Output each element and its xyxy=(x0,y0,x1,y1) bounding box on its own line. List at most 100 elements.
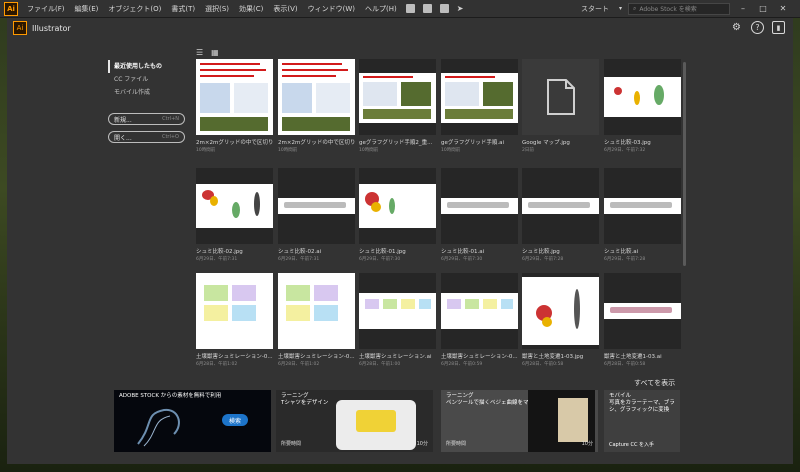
gear-icon[interactable]: ⚙ xyxy=(730,21,743,34)
file-date: 6月29日、午前7:30 xyxy=(359,257,401,262)
mobile-title: モバイル 写真をカラーテーマ、ブラシ、グラフィックに変換 xyxy=(609,393,675,413)
menu-type[interactable]: 書式(T) xyxy=(166,4,200,14)
capture-link[interactable]: Capture CC を入手 xyxy=(609,441,654,448)
file-name: シュミ比較-02.jpg xyxy=(196,249,243,255)
file-date: 6月28日、午前1:02 xyxy=(278,362,320,367)
time-label: 所要時間 xyxy=(446,441,467,447)
workspace-switcher[interactable]: スタート xyxy=(577,4,613,14)
tutorial-card-pen[interactable]: ラーニング ペンツールで描くベジェ曲線をマスターする 所要時間 10分 xyxy=(441,390,598,452)
file-tile[interactable]: Google マップ.jpg 2日前 xyxy=(522,59,599,153)
mobile-card[interactable]: モバイル 写真をカラーテーマ、ブラシ、グラフィックに変換 Capture CC … xyxy=(604,390,680,452)
file-tile[interactable]: 土壌獣害シュミレーション.ai 6月28日、午前1:00 xyxy=(359,273,436,367)
file-tile[interactable]: 2m×2mグリッドの中で区切りテキストを… 10時間前 xyxy=(278,59,355,153)
file-tile[interactable]: シュミ比較-01.ai 6月29日、午前7:30 xyxy=(441,168,518,262)
app-header: Ai Illustrator ⚙ ? ▮ xyxy=(7,18,793,38)
file-name: 2m×2mグリッドの中で区切りテキストを… xyxy=(196,140,273,146)
file-thumbnail xyxy=(196,59,273,135)
stock-search-input[interactable]: ⌕ Adobe Stock を検索 xyxy=(628,2,730,15)
stock-card[interactable]: ADOBE STOCK からの素材を無料で利用 検索 xyxy=(114,390,271,452)
chevron-down-icon[interactable]: ▾ xyxy=(619,5,622,12)
help-icon[interactable]: ? xyxy=(751,21,764,34)
file-tile[interactable]: シュミ比較-02.ai 6月29日、午前7:31 xyxy=(278,168,355,262)
file-thumbnail xyxy=(522,273,599,349)
file-name: 土壌獣害シュミレーション-0... xyxy=(196,354,273,360)
file-name: シュミ比較.ai xyxy=(604,249,639,255)
new-shortcut: Ctrl+N xyxy=(162,116,179,122)
illustrator-logo: Ai xyxy=(13,21,27,35)
profile-icon[interactable]: ▮ xyxy=(772,21,785,34)
file-date: 6月29日、午前7:31 xyxy=(278,257,320,262)
file-date: 6月28日、午前0:58 xyxy=(522,362,564,367)
minimize-icon[interactable]: – xyxy=(736,4,750,13)
menu-object[interactable]: オブジェクト(O) xyxy=(103,4,166,14)
file-date: 6月28日、午前0:58 xyxy=(604,362,646,367)
list-view-icon[interactable]: ☰ xyxy=(196,48,203,57)
grid-view-icon[interactable]: ▦ xyxy=(211,48,219,57)
radio-graphic xyxy=(356,410,396,432)
arrange-icon[interactable] xyxy=(439,4,449,13)
file-name: 2m×2mグリッドの中で区切りテキストを… xyxy=(278,140,355,146)
sidebar-item-mobile[interactable]: モバイル作成 xyxy=(108,86,198,99)
sidebar-item-recent[interactable]: 最近使用したもの xyxy=(108,60,198,73)
smoke-image xyxy=(137,408,180,447)
file-tile[interactable]: geグラフグリッド手順2_重... 10時間前 xyxy=(359,59,436,153)
file-tile[interactable]: 獣害と土地変遷1-03.ai 6月28日、午前0:58 xyxy=(604,273,681,367)
show-all-link[interactable]: すべてを表示 xyxy=(634,378,675,388)
open-button[interactable]: 開く... Ctrl+O xyxy=(108,131,185,143)
menu-edit[interactable]: 編集(E) xyxy=(70,4,104,14)
file-name: シュミ比較-01.ai xyxy=(441,249,485,255)
stock-search-button[interactable]: 検索 xyxy=(222,414,248,426)
file-tile[interactable]: geグラフグリッド手順.ai 10時間前 xyxy=(441,59,518,153)
duration: 10分 xyxy=(581,441,593,447)
menu-effect[interactable]: 効果(C) xyxy=(234,4,268,14)
file-thumbnail xyxy=(359,273,436,349)
file-thumbnail xyxy=(522,168,599,244)
menu-help[interactable]: ヘルプ(H) xyxy=(360,4,402,14)
new-button-label: 新規... xyxy=(114,116,132,124)
new-button[interactable]: 新規... Ctrl+N xyxy=(108,113,185,125)
close-icon[interactable]: ✕ xyxy=(776,4,790,13)
file-thumbnail xyxy=(359,59,436,135)
file-tile[interactable]: 土壌獣害シュミレーション-0... 6月28日、午前1:02 xyxy=(196,273,273,367)
file-name: Google マップ.jpg xyxy=(522,140,570,146)
book-graphic xyxy=(558,398,588,442)
menu-view[interactable]: 表示(V) xyxy=(268,4,302,14)
file-date: 6月28日、午前1:00 xyxy=(359,362,401,367)
file-thumbnail xyxy=(441,59,518,135)
file-name: シュミ比較-01.jpg xyxy=(359,249,406,255)
stock-icon[interactable] xyxy=(422,4,432,13)
file-name: 獣害と土地変遷1-03.ai xyxy=(604,354,662,360)
file-name: 土壌獣害シュミレーション-0... xyxy=(278,354,355,360)
stock-card-title: ADOBE STOCK からの素材を無料で利用 xyxy=(119,393,222,399)
file-thumbnail xyxy=(278,59,355,135)
file-date: 6月29日、午前7:28 xyxy=(604,257,646,262)
file-tile[interactable]: 土壌獣害シュミレーション-0... 6月28日、午前0:59 xyxy=(441,273,518,367)
file-date: 6月29日、午前7:32 xyxy=(604,148,646,153)
tutorial-card-tshirt[interactable]: ラーニング Tシャツをデザイン 所要時間 10分 xyxy=(276,390,433,452)
file-tile[interactable]: 土壌獣害シュミレーション-0... 6月28日、午前1:02 xyxy=(278,273,355,367)
file-tile[interactable]: 2m×2mグリッドの中で区切りテキストを… 10時間前 xyxy=(196,59,273,153)
file-thumbnail xyxy=(196,168,273,244)
send-icon[interactable]: ➤ xyxy=(457,4,464,13)
file-tile[interactable]: シュミ比較.jpg 6月29日、午前7:28 xyxy=(522,168,599,262)
file-name: 土壌獣害シュミレーション.ai xyxy=(359,354,432,360)
file-name: 土壌獣害シュミレーション-0... xyxy=(441,354,518,360)
maximize-icon[interactable]: □ xyxy=(756,4,770,13)
sidebar-item-cc-files[interactable]: CC ファイル xyxy=(108,73,198,86)
file-date: 10時間前 xyxy=(359,148,379,153)
menu-file[interactable]: ファイル(F) xyxy=(22,4,70,14)
menu-select[interactable]: 選択(S) xyxy=(200,4,234,14)
open-shortcut: Ctrl+O xyxy=(161,134,179,140)
file-thumbnail xyxy=(604,168,681,244)
file-tile[interactable]: シュミ比較-01.jpg 6月29日、午前7:30 xyxy=(359,168,436,262)
vertical-scrollbar[interactable] xyxy=(683,62,686,266)
file-tile[interactable]: シュミ比較-03.jpg 6月29日、午前7:32 xyxy=(604,59,681,153)
bridge-icon[interactable] xyxy=(405,4,415,13)
open-button-label: 開く... xyxy=(114,134,132,142)
menu-window[interactable]: ウィンドウ(W) xyxy=(303,4,360,14)
file-thumbnail xyxy=(441,168,518,244)
file-thumbnail xyxy=(278,273,355,349)
file-tile[interactable]: 獣害と土地変遷1-03.jpg 6月28日、午前0:58 xyxy=(522,273,599,367)
file-tile[interactable]: シュミ比較.ai 6月29日、午前7:28 xyxy=(604,168,681,262)
file-tile[interactable]: シュミ比較-02.jpg 6月29日、午前7:31 xyxy=(196,168,273,262)
